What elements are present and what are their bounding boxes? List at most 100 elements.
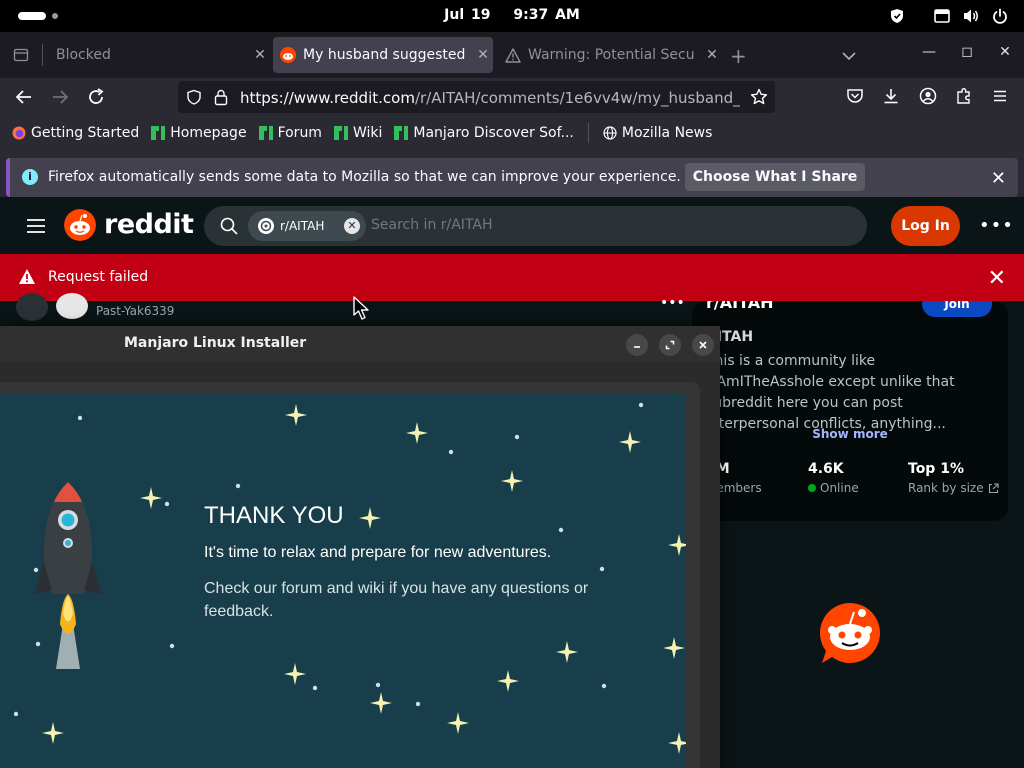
manjaro-logo-icon	[333, 126, 348, 140]
tab-warning[interactable]: Warning: Potential Secu ✕	[496, 37, 722, 73]
tab-reddit-post[interactable]: My husband suggested ✕	[273, 37, 493, 73]
url-host: https://www.reddit.com	[240, 89, 415, 107]
user-avatar[interactable]	[56, 293, 88, 319]
join-button[interactable]: Join	[922, 301, 992, 317]
subreddit-description: This is a community like r/AmITheAsshole…	[706, 353, 955, 432]
installer-window: Manjaro Linux Installer THANK YOU It's t…	[0, 326, 720, 768]
search-icon	[220, 217, 238, 235]
bookmark-manjaro-discover[interactable]: Manjaro Discover Sof...	[394, 125, 574, 141]
account-icon[interactable]	[919, 87, 937, 105]
tab-title: Blocked	[56, 47, 111, 63]
maximize-icon[interactable]: ◻	[958, 44, 976, 60]
warning-icon	[504, 46, 522, 64]
stat-value: Top 1%	[908, 461, 964, 477]
search-placeholder: Search in r/AITAH	[371, 217, 493, 233]
installer-minimize-button[interactable]	[626, 334, 648, 356]
close-tab-icon[interactable]: ✕	[250, 47, 270, 63]
show-more-link[interactable]: Show more	[692, 427, 1008, 441]
url-bar[interactable]: https://www.reddit.com/r/AITAH/comments/…	[178, 81, 775, 113]
clock[interactable]: Jul 19 9:37 AM	[0, 7, 1024, 23]
reddit-wordmark[interactable]: reddit	[104, 209, 194, 240]
bookmark-label: Mozilla News	[621, 125, 713, 141]
tab-overflow-chevron-icon[interactable]	[842, 46, 856, 65]
reload-icon[interactable]	[86, 87, 106, 107]
reddit-logo-icon[interactable]	[64, 209, 96, 241]
thank-you-slide: THANK YOU It's time to relax and prepare…	[0, 394, 686, 768]
bookmark-getting-started[interactable]: Getting Started	[12, 125, 139, 141]
window-controls: — ◻ ✕	[920, 44, 1014, 60]
bookmark-mozilla-news[interactable]: Mozilla News	[603, 125, 713, 141]
lock-icon[interactable]	[213, 88, 229, 106]
installer-maximize-button[interactable]	[659, 334, 681, 356]
notification-text: Firefox automatically sends some data to…	[48, 169, 681, 185]
forum-wiki-message: Check our forum and wiki if you have any…	[204, 580, 589, 620]
back-arrow-icon[interactable]	[14, 87, 34, 107]
close-notification-icon[interactable]: ✕	[991, 168, 1006, 189]
subreddit-title[interactable]: r/AITAH	[706, 301, 774, 312]
thank-you-heading: THANK YOU	[204, 502, 344, 529]
post-header: Past-Yak6339 •••	[0, 293, 694, 327]
installer-titlebar[interactable]: Manjaro Linux Installer	[0, 326, 720, 362]
reddit-chat-snoo-icon[interactable]	[818, 601, 882, 665]
post-options-icon[interactable]: •••	[660, 295, 685, 311]
error-toast: Request failed ✕	[0, 254, 1024, 301]
bookmark-label: Manjaro Discover Sof...	[413, 125, 574, 141]
close-window-icon[interactable]: ✕	[996, 44, 1014, 60]
hamburger-menu-icon[interactable]	[26, 218, 46, 234]
minimize-icon	[634, 346, 640, 348]
bookmark-homepage[interactable]: Homepage	[151, 125, 247, 141]
bookmark-wiki[interactable]: Wiki	[333, 125, 382, 141]
remove-chip-icon[interactable]: ✕	[344, 218, 360, 234]
new-tab-plus-icon[interactable]: +	[730, 44, 747, 68]
close-tab-icon[interactable]: ✕	[473, 47, 493, 63]
back-button[interactable]	[16, 293, 48, 321]
bookmark-star-icon[interactable]	[750, 88, 768, 106]
tab-blocked[interactable]: Blocked ✕	[44, 37, 270, 73]
menu-hamburger-icon[interactable]	[991, 87, 1009, 105]
tab-title: Warning: Potential Secu	[528, 47, 695, 63]
bookmark-forum[interactable]: Forum	[258, 125, 322, 141]
post-username[interactable]: Past-Yak6339	[96, 304, 174, 318]
slideshow-frame: THANK YOU It's time to relax and prepare…	[0, 382, 700, 768]
more-options-icon[interactable]: •••	[979, 215, 1014, 236]
reddit-search-bar[interactable]: r/AITAH ✕ Search in r/AITAH	[204, 206, 867, 246]
clock-date: Jul 19	[444, 7, 491, 23]
pocket-icon[interactable]	[846, 87, 864, 105]
maximize-icon	[665, 340, 675, 350]
installer-body: THANK YOU It's time to relax and prepare…	[0, 362, 720, 768]
minimize-icon[interactable]: —	[920, 44, 938, 60]
extensions-icon[interactable]	[955, 87, 973, 105]
reddit-header: reddit r/AITAH ✕ Search in r/AITAH Log I…	[0, 197, 1024, 254]
stat-rank: Top 1% Rank by size	[908, 461, 999, 495]
chip-label: r/AITAH	[280, 219, 325, 233]
choose-what-i-share-button[interactable]: Choose What I Share	[685, 163, 865, 191]
bookmark-label: Getting Started	[31, 125, 140, 141]
data-reporting-notification: i Firefox automatically sends some data …	[0, 150, 1024, 197]
firefox-logo-icon	[12, 126, 26, 140]
manjaro-logo-icon	[151, 126, 166, 140]
url-path: /r/AITAH/comments/1e6vv4w/my_husband_su	[414, 89, 740, 107]
close-tab-icon[interactable]: ✕	[702, 47, 722, 63]
warning-icon	[19, 269, 35, 284]
tab-list-icon	[13, 48, 29, 62]
navigation-toolbar: https://www.reddit.com/r/AITAH/comments/…	[0, 78, 1024, 116]
relax-message: It's time to relax and prepare for new a…	[204, 544, 552, 561]
rocket-illustration	[34, 482, 102, 669]
bookmark-label: Homepage	[170, 125, 247, 141]
forward-arrow-icon[interactable]	[50, 87, 70, 107]
tab-list-button[interactable]	[0, 32, 42, 78]
info-icon: i	[22, 169, 38, 185]
online-dot-icon	[808, 484, 816, 492]
subreddit-filter-chip[interactable]: r/AITAH ✕	[248, 211, 366, 241]
download-icon[interactable]	[882, 87, 900, 105]
tab-separator	[42, 44, 43, 66]
installer-close-button[interactable]	[692, 334, 714, 356]
login-button[interactable]: Log In	[891, 206, 960, 246]
external-link-icon[interactable]	[988, 482, 999, 494]
screen-icon	[934, 9, 950, 23]
tracking-shield-icon[interactable]	[186, 89, 202, 105]
system-tray[interactable]	[890, 8, 1008, 24]
system-top-bar: Jul 19 9:37 AM	[0, 0, 1024, 32]
close-error-icon[interactable]: ✕	[988, 266, 1006, 291]
tab-title: My husband suggested	[303, 47, 466, 63]
